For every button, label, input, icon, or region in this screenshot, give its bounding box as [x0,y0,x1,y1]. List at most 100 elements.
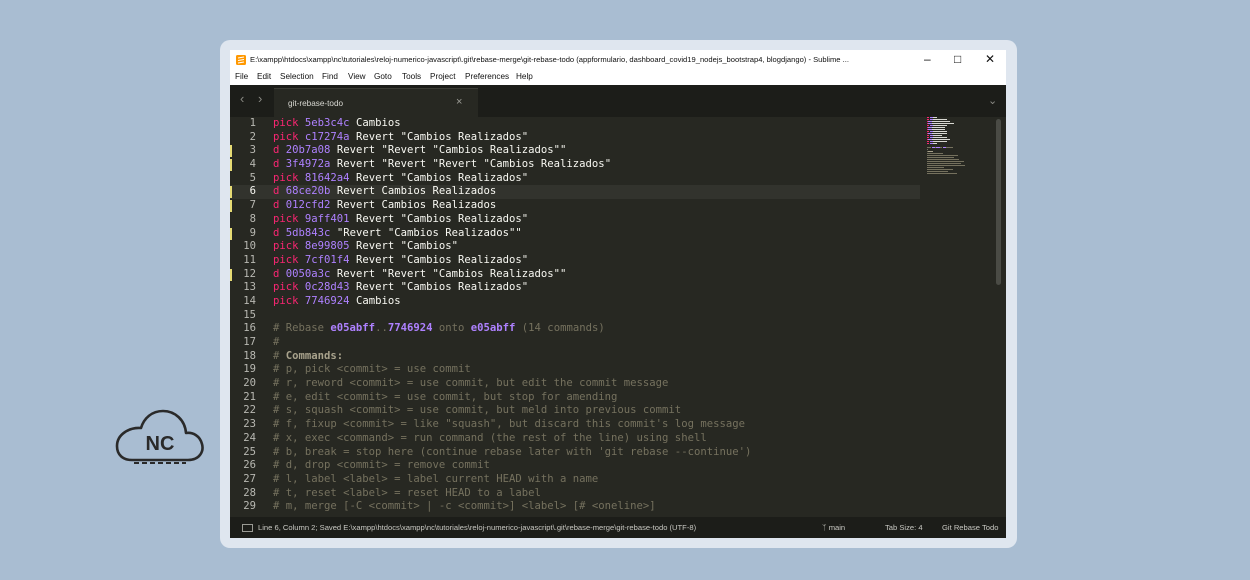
panel-toggle-icon[interactable] [242,524,253,532]
code-line[interactable]: 8 pick 9aff401 Revert "Cambios Realizados… [230,213,920,227]
code-line[interactable]: 28 # t, reset <label> = reset HEAD to a l… [230,487,920,501]
menu-tools[interactable]: Tools [402,72,421,81]
code-line[interactable]: 3 d 20b7a08 Revert "Revert "Cambios Reali… [230,144,920,158]
code-line[interactable]: 2 pick c17274a Revert "Cambios Realizados… [230,131,920,145]
code-line[interactable]: 13 pick 0c28d43 Revert "Cambios Realizado… [230,281,920,295]
code-line[interactable]: 5 pick 81642a4 Revert "Cambios Realizados… [230,172,920,186]
line-text: # Commands: [273,350,343,364]
code-line[interactable]: 6 d 68ce20b Revert Cambios Realizados [230,185,920,200]
code-line[interactable]: 18 # Commands: [230,350,920,364]
commit-hash: 68ce20b [285,185,331,198]
vertical-scrollbar[interactable] [996,119,1001,285]
chevron-down-icon[interactable]: ⌄ [988,94,997,107]
tab-size[interactable]: Tab Size: 4 [885,523,923,532]
comment-text: # [273,349,286,362]
commit-hash: 20b7a08 [285,144,331,157]
code-line[interactable]: 11 pick 7cf01f4 Revert "Cambios Realizado… [230,254,920,268]
code-line[interactable]: 26 # d, drop <commit> = remove commit [230,459,920,473]
code-line[interactable]: 19 # p, pick <commit> = use commit [230,363,920,377]
code-line[interactable]: 21 # e, edit <commit> = use commit, but s… [230,391,920,405]
minimap-line [927,155,958,157]
menu-selection[interactable]: Selection [280,72,314,81]
chevron-left-icon[interactable]: ‹ [240,91,244,106]
minimap-line [928,151,933,153]
code-line[interactable]: 15 [230,309,920,323]
line-number: 16 [243,322,256,335]
comment-text: # s, squash <commit> = use commit, but m… [273,404,682,417]
code-line[interactable]: 1 pick 5eb3c4c Cambios [230,117,920,131]
comment-text: # m, merge [-C <commit> | -c <commit>] <… [273,500,656,513]
minimap-line [933,137,947,139]
close-icon[interactable]: ✕ [985,52,995,66]
menu-preferences[interactable]: Preferences [465,72,509,81]
title-bar: E:\xampp\htdocs\xampp\nc\tutoriales\relo… [230,50,1006,71]
comment-text: # b, break = stop here (continue rebase … [273,445,752,458]
maximize-icon[interactable]: □ [954,52,961,66]
chevron-right-icon[interactable]: › [258,91,262,106]
menu-find[interactable]: Find [322,72,338,81]
line-text: pick 0c28d43 Revert "Cambios Realizados" [273,281,528,295]
code-line[interactable]: 24 # x, exec <command> = run command (the… [230,432,920,446]
code-line[interactable]: 12 d 0050a3c Revert "Revert "Cambios Real… [230,268,920,282]
syntax-selector[interactable]: Git Rebase Todo [942,523,998,532]
line-number: 17 [243,336,256,348]
code-line[interactable]: 17 # [230,336,920,350]
comment-text: # f, fixup <commit> = like "squash", but… [273,418,745,431]
code-line[interactable]: 16 # Rebase e05abff..7746924 onto e05abff… [230,322,920,336]
menu-goto[interactable]: Goto [374,72,392,81]
menu-view[interactable]: View [348,72,366,81]
line-number: 10 [243,240,256,253]
line-text: # p, pick <commit> = use commit [273,363,471,377]
line-number: 25 [243,445,256,458]
code-line[interactable]: 23 # f, fixup <commit> = like "squash", b… [230,418,920,432]
comment-text: # d, drop <commit> = remove commit [273,459,490,472]
code-line[interactable]: 20 # r, reword <commit> = use commit, but… [230,377,920,391]
rebase-command: pick [273,281,299,294]
minimap-line [927,159,959,161]
line-number: 3 [249,144,256,157]
tab-git-rebase-todo[interactable]: git-rebase-todo × [274,88,478,118]
line-text: # l, label <label> = label current HEAD … [273,473,598,487]
menu-help[interactable]: Help [516,72,533,81]
code-line[interactable]: 25 # b, break = stop here (continue rebas… [230,446,920,460]
menu-edit[interactable]: Edit [257,72,271,81]
commit-message: "Revert "Cambios Realizados"" [330,226,522,239]
code-line[interactable]: 29 # m, merge [-C <commit> | -c <commit>]… [230,500,920,514]
comment-text: # r, reword <commit> = use commit, but e… [273,377,669,390]
commit-message: Cambios [349,294,401,307]
code-view[interactable]: 1 pick 5eb3c4c Cambios 2 pick c17274a Rever… [230,117,920,517]
rebase-command: pick [273,171,299,184]
commit-hash: e05abff [330,322,376,335]
code-line[interactable]: 22 # s, squash <commit> = use commit, but… [230,404,920,418]
commit-message: Revert "Cambios Realizados" [349,212,529,225]
code-line[interactable]: 10 pick 8e99805 Revert "Cambios" [230,240,920,254]
tab-close-icon[interactable]: × [456,96,462,108]
line-number: 26 [243,459,256,472]
code-line[interactable]: 27 # l, label <label> = label current HEA… [230,473,920,487]
line-number: 20 [243,377,256,390]
minimap[interactable] [927,117,971,177]
menu-project[interactable]: Project [430,72,455,81]
minimize-icon[interactable]: – [924,52,931,66]
rebase-command: pick [273,130,299,143]
comment-text: # t, reset <label> = reset HEAD to a lab… [273,486,541,499]
line-text: # f, fixup <commit> = like "squash", but… [273,418,745,432]
code-line[interactable]: 7 d 012cfd2 Revert Cambios Realizados [230,199,920,213]
editor-area[interactable]: 1 pick 5eb3c4c Cambios 2 pick c17274a Rever… [230,117,1006,517]
code-line[interactable]: 4 d 3f4972a Revert "Revert "Revert "Cambi… [230,158,920,172]
comment-text: onto [432,322,471,335]
commit-hash: e05abff [470,322,516,335]
code-line[interactable]: 14 pick 7746924 Cambios [230,295,920,309]
line-number: 27 [243,472,256,485]
line-text: # b, break = stop here (continue rebase … [273,446,751,460]
menu-file[interactable]: File [235,72,248,81]
code-line[interactable]: 9 d 5db843c "Revert "Cambios Realizados"" [230,227,920,241]
nc-logo: NC [115,409,204,464]
branch-indicator[interactable]: ᛉ main [822,523,845,532]
commit-hash: 7746924 [304,294,350,307]
line-text: d 20b7a08 Revert "Revert "Cambios Realiz… [273,144,566,158]
minimap-line [927,173,957,175]
minimap-line [927,149,928,151]
line-number: 11 [243,253,256,266]
commit-message: Revert Cambios Realizados [330,199,497,212]
